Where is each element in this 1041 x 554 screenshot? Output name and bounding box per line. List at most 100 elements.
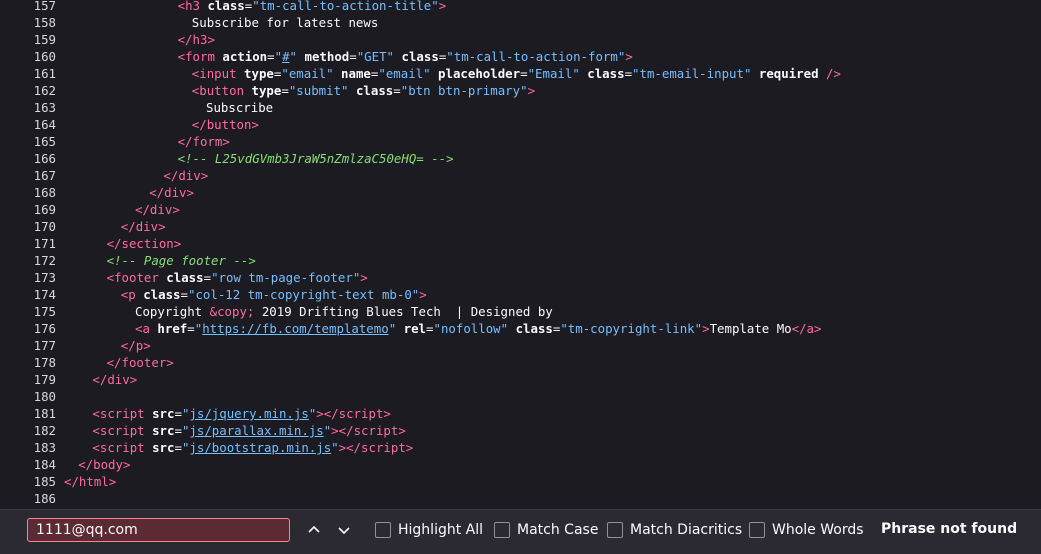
code-line: 175 Copyright &copy; 2019 Drifting Blues … (0, 303, 1041, 320)
match-case-label: Match Case (517, 522, 599, 538)
code-line: 160 <form action="#" method="GET" class="… (0, 48, 1041, 65)
code-tag-name: div (135, 219, 159, 234)
line-number: 160 (33, 49, 56, 64)
code-bracket: > (173, 236, 182, 251)
code-text: = (624, 66, 633, 81)
code-link[interactable]: js/parallax.min.js (189, 423, 323, 438)
code-line: 157 <h3 class="tm-call-to-action-title"> (0, 0, 1041, 14)
code-bracket: > (398, 423, 406, 438)
code-tag-name: script (338, 406, 384, 421)
checkbox-box[interactable] (494, 522, 510, 538)
code-attribute-value: "tm-call-to-action-title" (252, 0, 439, 13)
code-tag-name: button (199, 83, 245, 98)
line-content: </h3> (178, 31, 215, 48)
code-bracket: < (92, 440, 100, 455)
code-attribute: action (222, 49, 268, 64)
find-status: Phrase not found (881, 521, 1018, 537)
code-text: = (174, 440, 182, 455)
checkbox-box[interactable] (607, 522, 623, 538)
line-number: 166 (33, 151, 56, 166)
line-number: 183 (33, 440, 56, 455)
code-tag-name: footer (114, 270, 159, 285)
checkbox-box[interactable] (749, 522, 765, 538)
line-number: 170 (33, 219, 56, 234)
chevron-up-icon (308, 525, 320, 533)
code-tag-name: input (199, 66, 237, 81)
find-previous-button[interactable] (302, 518, 326, 542)
code-bracket: < (177, 0, 186, 13)
line-content: <p class="col-12 tm-copyright-text mb-0"… (121, 286, 427, 303)
find-next-button[interactable] (332, 518, 356, 542)
line-content: </div> (121, 218, 166, 235)
code-text: = (267, 49, 275, 64)
code-link[interactable]: # (282, 49, 289, 64)
code-tag-name: &copy; (209, 304, 255, 319)
code-line: 162 <button type="submit" class="btn btn-… (0, 82, 1041, 99)
line-number: 167 (33, 168, 56, 183)
code-tag-name: div (164, 185, 187, 200)
code-line: 161 <input type="email" name="email" plac… (0, 65, 1041, 82)
code-line: 177 </p> (0, 337, 1041, 354)
line-content: </div> (149, 184, 194, 201)
whole-words-checkbox[interactable]: Whole Words (749, 521, 864, 539)
code-bracket: < (92, 406, 100, 421)
code-bracket: > (207, 32, 215, 47)
code-line: 169 </div> (0, 201, 1041, 218)
line-content: <h3 class="tm-call-to-action-title"> (178, 0, 447, 14)
line-content: <!-- L25vdGVmb3JraW5nZmlzaC50eHQ= --> (178, 150, 454, 167)
code-tag-name: a (806, 321, 815, 336)
code-tag-name: html (78, 474, 109, 489)
match-diacritics-checkbox[interactable]: Match Diacritics (607, 521, 742, 539)
checkbox-box[interactable] (375, 522, 391, 538)
code-tag-name: a (142, 321, 150, 336)
code-attribute: class (355, 83, 394, 98)
match-diacritics-label: Match Diacritics (630, 522, 743, 538)
highlight-all-checkbox[interactable]: Highlight All (375, 521, 483, 539)
line-number: 159 (33, 32, 56, 47)
code-link[interactable]: https://fb.com/templatemo (202, 321, 389, 336)
code-bracket: > (251, 117, 259, 132)
line-number: 186 (33, 491, 56, 506)
code-tag-name: script (353, 423, 399, 438)
find-input[interactable] (27, 518, 290, 542)
line-number: 164 (33, 117, 56, 132)
code-link[interactable]: js/bootstrap.min.js (189, 440, 331, 455)
code-attribute: placeholder (438, 66, 521, 81)
code-text: Subscribe (206, 100, 274, 115)
line-content: </form> (178, 133, 230, 150)
line-content: </footer> (107, 354, 174, 371)
code-bracket: > (625, 49, 633, 64)
code-attribute: method (304, 49, 350, 64)
code-comment: <!-- Page footer --> (106, 253, 256, 268)
code-line: 181 <script src="js/jquery.min.js"></scri… (0, 405, 1041, 422)
line-content: <a href="https://fb.com/templatemo" rel=… (135, 320, 821, 337)
line-content: <script src="js/jquery.min.js"></script> (92, 405, 390, 422)
code-link[interactable]: js/jquery.min.js (189, 406, 308, 421)
code-tag-name: script (99, 440, 145, 455)
code-tag-name: h3 (192, 32, 208, 47)
code-attribute: name (341, 66, 371, 81)
code-attribute: class (515, 321, 553, 336)
match-case-checkbox[interactable]: Match Case (494, 521, 598, 539)
code-tag-name: script (361, 440, 406, 455)
code-text: Copyright (135, 304, 210, 319)
line-number: 184 (33, 457, 56, 472)
code-line: 182 <script src="js/parallax.min.js"></sc… (0, 422, 1041, 439)
code-comment: <!-- L25vdGVmb3JraW5nZmlzaC50eHQ= --> (177, 151, 454, 166)
code-attribute-value: "Email" (527, 66, 580, 81)
line-content: Subscribe (206, 99, 273, 116)
code-text: = (174, 423, 182, 438)
line-number: 161 (33, 66, 56, 81)
chevron-down-icon (338, 527, 350, 535)
line-number: 180 (33, 389, 56, 404)
code-line: 174 <p class="col-12 tm-copyright-text mb… (0, 286, 1041, 303)
code-tag-name: div (178, 168, 201, 183)
